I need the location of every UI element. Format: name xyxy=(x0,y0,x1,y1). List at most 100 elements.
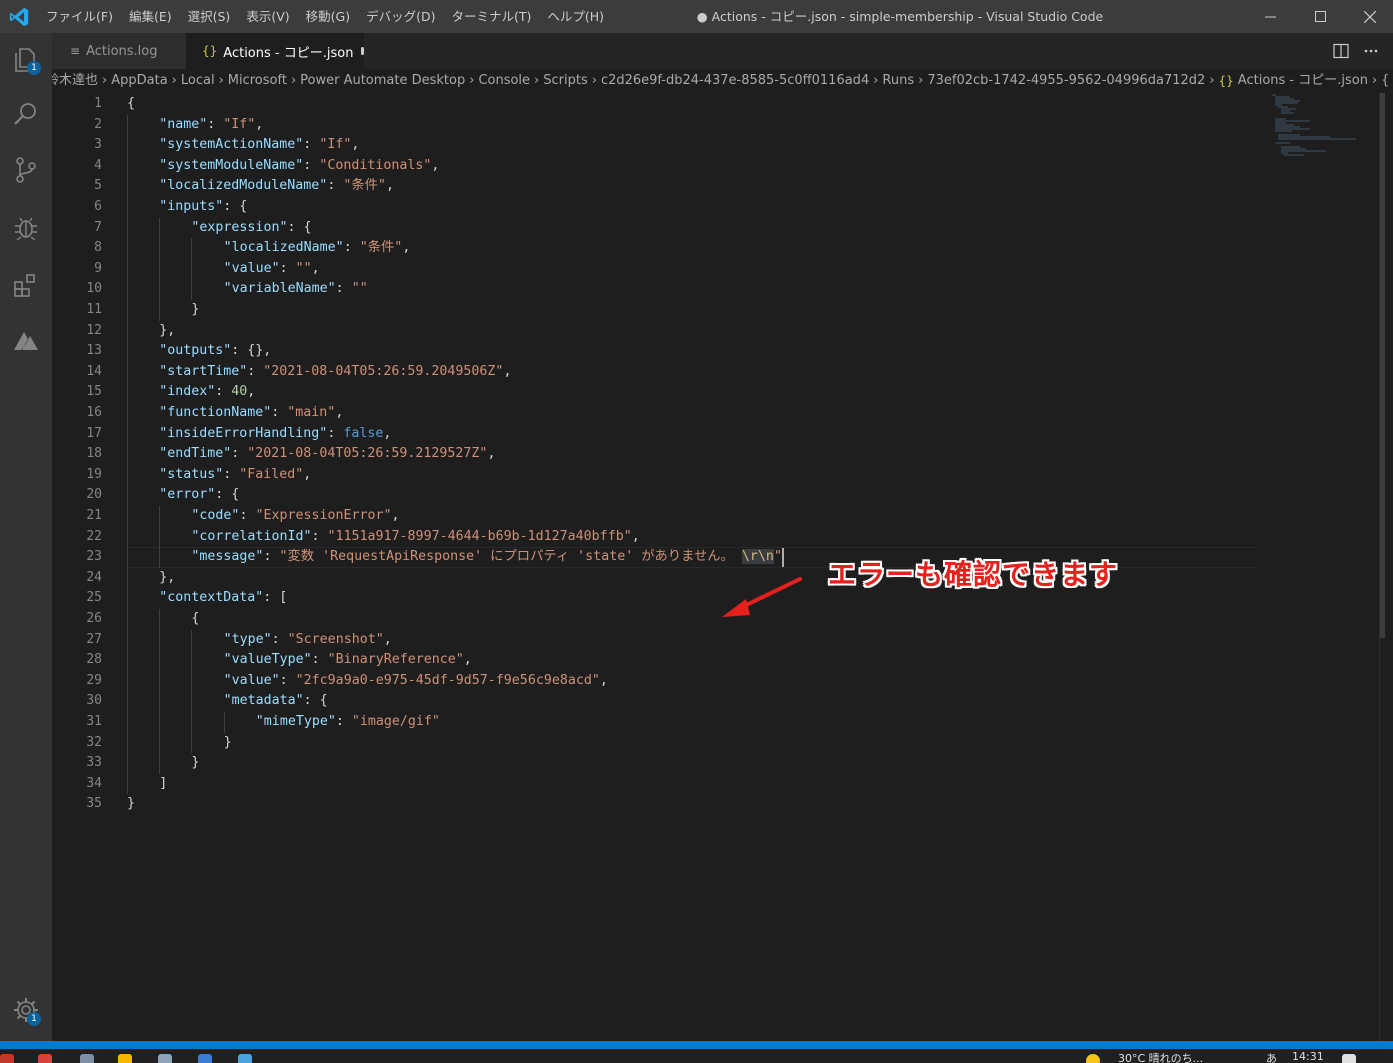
code-token: }, xyxy=(159,322,176,338)
line-number: 34 xyxy=(86,775,102,791)
code-token: "valueType" xyxy=(223,652,312,668)
source-control-icon[interactable] xyxy=(11,155,41,185)
line-number: 19 xyxy=(86,466,102,482)
tab-actions-log[interactable]: ≡ Actions.log xyxy=(52,33,186,69)
menu-item[interactable]: デバッグ(D) xyxy=(358,0,443,33)
code-token: } xyxy=(223,734,232,750)
notification-icon[interactable] xyxy=(1342,1054,1356,1063)
code-token: : { xyxy=(287,219,312,235)
breadcrumb-item[interactable]: AppData xyxy=(111,69,167,93)
taskbar-app-icon[interactable] xyxy=(198,1054,212,1063)
code-token: }, xyxy=(159,569,176,585)
code-token: "type" xyxy=(223,631,272,647)
annotation-callout: エラーも確認できます xyxy=(828,558,1119,591)
code-token: "error" xyxy=(159,487,216,503)
code-token: : xyxy=(215,384,232,400)
code-editor[interactable]: 1 2 3 4 5 6 7 8 9 10 11 12 13 14 15 16 17 18 19 20 21 22 23 24 2… xyxy=(52,93,1393,1041)
breadcrumb-chevron-icon: › xyxy=(534,73,540,88)
indent-guide xyxy=(159,609,161,774)
code-line: "systemActionName": "If", xyxy=(159,135,359,156)
code-token: : xyxy=(279,672,296,688)
scrollbar-thumb[interactable] xyxy=(1380,93,1385,638)
tab-actions-copy-json[interactable]: {} Actions - コピー.json xyxy=(186,33,364,69)
code-token: } xyxy=(127,796,136,812)
more-actions-icon[interactable] xyxy=(1363,43,1379,59)
taskbar-weather[interactable]: 30°C 晴れのち... xyxy=(1118,1050,1203,1063)
taskbar-app-icon[interactable] xyxy=(118,1054,132,1063)
code-token: , xyxy=(383,631,392,647)
menu-item[interactable]: 移動(G) xyxy=(298,0,358,33)
breadcrumb-chevron-icon: › xyxy=(102,73,108,88)
code-token: "2021-08-04T05:26:59.2129527Z" xyxy=(247,446,488,462)
code-token: : xyxy=(303,157,320,173)
breadcrumb-chevron-icon: › xyxy=(1371,73,1378,88)
code-token: "contextData" xyxy=(159,590,264,606)
taskbar-app-icon[interactable] xyxy=(238,1054,252,1063)
menu-item[interactable]: 選択(S) xyxy=(180,0,239,33)
code-token: "2fc9a9a0-e975-45df-9d57-f9e56c9e8acd" xyxy=(295,672,600,688)
debug-icon[interactable] xyxy=(11,212,41,242)
line-number: 1 xyxy=(94,96,102,111)
menu-item[interactable]: ターミナル(T) xyxy=(443,0,539,33)
code-token: "main" xyxy=(287,405,336,420)
code-line: "type": "Screenshot", xyxy=(224,630,392,651)
breadcrumb-item[interactable]: { xyxy=(1381,69,1389,93)
breadcrumb-item[interactable]: Local xyxy=(181,69,215,93)
json-file-icon: {} xyxy=(1218,74,1234,88)
code-token: , xyxy=(631,528,640,544)
code-token: : xyxy=(327,425,344,441)
menu-item[interactable]: 表示(V) xyxy=(238,0,297,33)
taskbar-app-icon[interactable] xyxy=(80,1054,94,1063)
minimap[interactable] xyxy=(1270,93,1380,173)
split-editor-icon[interactable] xyxy=(1333,43,1349,59)
code-token: : xyxy=(231,446,248,462)
taskbar-app-icon[interactable] xyxy=(38,1054,52,1063)
code-token: "localizedName" xyxy=(223,240,344,256)
code-line: "error": { xyxy=(159,485,239,506)
minimize-button[interactable] xyxy=(1247,0,1293,33)
breadcrumb-item[interactable]: Scripts xyxy=(543,69,587,93)
breadcrumb-item[interactable]: Power Automate Desktop xyxy=(300,69,465,93)
taskbar-clock[interactable]: 14:31 xyxy=(1292,1050,1324,1063)
search-icon[interactable] xyxy=(11,99,41,129)
menu-item[interactable]: 編集(E) xyxy=(121,0,180,33)
weather-sun-icon[interactable] xyxy=(1086,1054,1100,1063)
breadcrumb-item[interactable]: 鈴木達也 xyxy=(52,69,98,93)
breadcrumb-item[interactable]: 73ef02cb-1742-4955-9562-04996da712d2 xyxy=(927,69,1205,93)
code-token: "insideErrorHandling" xyxy=(159,425,328,441)
code-line: "value": "2fc9a9a0-e975-45df-9d57-f9e56c… xyxy=(224,671,608,692)
breadcrumb-item[interactable]: Console xyxy=(478,69,530,93)
settings-badge: 1 xyxy=(27,1012,41,1026)
unsaved-dot-icon[interactable] xyxy=(361,47,364,55)
maximize-button[interactable] xyxy=(1297,0,1343,33)
line-number: 16 xyxy=(86,405,102,420)
code-line: "value": "", xyxy=(224,259,320,280)
line-number: 25 xyxy=(86,590,102,606)
breadcrumb-item[interactable]: c2d26e9f-db24-437e-8585-5c0ff0116ad4 xyxy=(601,69,869,93)
menu-item[interactable]: ファイル(F) xyxy=(38,0,121,33)
code-token: : xyxy=(327,178,344,194)
code-token: : xyxy=(279,260,296,276)
close-button[interactable] xyxy=(1347,0,1393,33)
breadcrumb-chevron-icon: › xyxy=(171,73,177,88)
indent-guide xyxy=(223,712,225,733)
code-token: , xyxy=(391,508,400,523)
ime-indicator[interactable]: あ xyxy=(1266,1050,1277,1063)
code-token: : { xyxy=(223,199,248,214)
code-token: , xyxy=(383,425,392,441)
extensions-icon[interactable] xyxy=(11,270,41,300)
code-line: "index": 40, xyxy=(159,382,255,403)
breadcrumb-item[interactable]: Actions - コピー.json xyxy=(1238,69,1368,93)
code-token: , xyxy=(431,157,440,173)
taskbar-app-icon[interactable] xyxy=(0,1054,14,1063)
breadcrumb-item[interactable]: Microsoft xyxy=(228,69,287,93)
taskbar-app-icon[interactable] xyxy=(158,1054,172,1063)
breadcrumb-item[interactable]: Runs xyxy=(882,69,914,93)
menu-item[interactable]: ヘルプ(H) xyxy=(539,0,612,33)
indent-guide xyxy=(127,114,128,795)
code-token: "image/gif" xyxy=(351,714,440,729)
code-token: : xyxy=(335,714,352,729)
code-line: "localizedModuleName": "条件", xyxy=(159,176,394,197)
indent-guide xyxy=(159,217,161,321)
azure-icon[interactable] xyxy=(11,326,41,356)
